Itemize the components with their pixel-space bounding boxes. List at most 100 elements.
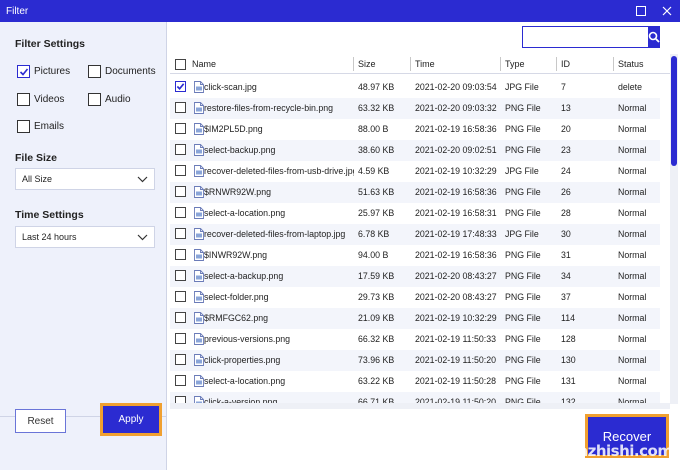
file-size-title: File Size <box>15 152 58 164</box>
file-size-select[interactable]: All Size <box>15 168 155 190</box>
cell-name: $INWR92W.png <box>204 250 268 260</box>
image-file-icon <box>194 228 204 240</box>
cell-time: 2021-02-20 09:02:51 <box>415 145 497 155</box>
table-row[interactable]: recover-deleted-files-from-usb-drive.jpg… <box>170 161 660 182</box>
cell-status: Normal <box>618 229 647 239</box>
apply-button[interactable]: Apply <box>103 406 159 433</box>
cell-status: Normal <box>618 355 647 365</box>
row-checkbox[interactable] <box>175 144 186 155</box>
row-checkbox[interactable] <box>175 312 186 323</box>
image-file-icon <box>194 270 204 282</box>
row-checkbox[interactable] <box>175 375 186 386</box>
table-row[interactable]: $IM2PL5D.png 88.00 B 2021-02-19 16:58:36 PN… <box>170 119 660 140</box>
image-file-icon <box>194 123 204 135</box>
cell-status: Normal <box>618 334 647 344</box>
row-checkbox[interactable] <box>175 165 186 176</box>
time-settings-select[interactable]: Last 24 hours <box>15 226 155 248</box>
column-divider[interactable] <box>556 57 557 71</box>
cell-name: select-a-location.png <box>204 208 286 218</box>
audio-label: Audio <box>105 94 131 105</box>
image-file-icon <box>194 102 204 114</box>
filter-audio-option[interactable]: Audio <box>88 93 131 106</box>
column-header-status[interactable]: Status <box>618 54 644 74</box>
cell-size: 66.32 KB <box>358 334 395 344</box>
row-checkbox[interactable] <box>175 102 186 113</box>
row-checkbox[interactable] <box>175 228 186 239</box>
cell-id: 23 <box>561 145 571 155</box>
cell-name: select-a-backup.png <box>204 271 284 281</box>
emails-checkbox[interactable] <box>17 120 30 133</box>
column-header-id[interactable]: ID <box>561 54 570 74</box>
filter-documents-option[interactable]: Documents <box>88 65 156 78</box>
audio-checkbox[interactable] <box>88 93 101 106</box>
cell-type: PNG File <box>505 103 541 113</box>
row-checkbox[interactable] <box>175 270 186 281</box>
cell-type: PNG File <box>505 271 541 281</box>
cell-name: select-a-location.png <box>204 376 286 386</box>
table-row[interactable]: select-a-backup.png 17.59 KB 2021-02-20 08… <box>170 266 660 287</box>
close-icon[interactable] <box>654 0 680 22</box>
row-checkbox[interactable] <box>175 81 186 92</box>
cell-type: PNG File <box>505 250 541 260</box>
row-checkbox[interactable] <box>175 333 186 344</box>
column-divider[interactable] <box>353 57 354 71</box>
row-checkbox[interactable] <box>175 354 186 365</box>
row-checkbox[interactable] <box>175 123 186 134</box>
videos-checkbox[interactable] <box>17 93 30 106</box>
scrollbar-thumb[interactable] <box>671 56 677 166</box>
table-row[interactable]: recover-deleted-files-from-laptop.jpg 6.7… <box>170 224 660 245</box>
table-row[interactable]: $RMFGC62.png 21.09 KB 2021-02-19 10:32:29 P… <box>170 308 660 329</box>
column-divider[interactable] <box>410 57 411 71</box>
search-button[interactable] <box>648 27 660 47</box>
cell-id: 28 <box>561 208 571 218</box>
table-row[interactable]: click-scan.jpg 48.97 KB 2021-02-20 09:03:5… <box>170 77 660 98</box>
select-all-checkbox[interactable] <box>175 59 186 70</box>
search-input[interactable] <box>523 27 648 47</box>
row-checkbox[interactable] <box>175 186 186 197</box>
cell-id: 30 <box>561 229 571 239</box>
column-header-time[interactable]: Time <box>415 54 435 74</box>
image-file-icon <box>194 165 204 177</box>
documents-checkbox[interactable] <box>88 65 101 78</box>
filter-videos-option[interactable]: Videos <box>17 93 64 106</box>
column-header-size[interactable]: Size <box>358 54 376 74</box>
cell-status: Normal <box>618 103 647 113</box>
cell-size: 38.60 KB <box>358 145 395 155</box>
filter-emails-option[interactable]: Emails <box>17 120 64 133</box>
cell-time: 2021-02-19 11:50:28 <box>415 376 497 386</box>
table-row[interactable]: select-a-location.png 63.22 KB 2021-02-19 … <box>170 371 660 392</box>
column-header-type[interactable]: Type <box>505 54 525 74</box>
table-row[interactable]: select-folder.png 29.73 KB 2021-02-20 08:4… <box>170 287 660 308</box>
column-divider[interactable] <box>500 57 501 71</box>
row-checkbox[interactable] <box>175 249 186 260</box>
column-header-name[interactable]: Name <box>192 54 216 74</box>
table-row[interactable]: click-properties.png 73.96 KB 2021-02-19 1… <box>170 350 660 371</box>
cell-status: Normal <box>618 124 647 134</box>
row-checkbox[interactable] <box>175 207 186 218</box>
cell-id: 34 <box>561 271 571 281</box>
table-row[interactable]: $RNWR92W.png 51.63 KB 2021-02-19 16:58:36 P… <box>170 182 660 203</box>
watermark-text: azhishi.com <box>578 442 673 460</box>
table-row[interactable]: select-a-location.png 25.97 KB 2021-02-19 … <box>170 203 660 224</box>
title-bar: Filter <box>0 0 680 22</box>
table-row[interactable]: $INWR92W.png 94.00 B 2021-02-19 16:58:36 PN… <box>170 245 660 266</box>
cell-time: 2021-02-20 08:43:27 <box>415 271 497 281</box>
vertical-scrollbar[interactable] <box>670 54 678 404</box>
row-checkbox[interactable] <box>175 291 186 302</box>
cell-size: 29.73 KB <box>358 292 395 302</box>
image-file-icon <box>194 249 204 261</box>
cell-status: Normal <box>618 292 647 302</box>
table-row[interactable]: previous-versions.png 66.32 KB 2021-02-19 … <box>170 329 660 350</box>
table-row[interactable]: select-backup.png 38.60 KB 2021-02-20 09:0… <box>170 140 660 161</box>
cell-time: 2021-02-19 16:58:36 <box>415 250 497 260</box>
maximize-icon[interactable] <box>628 0 654 22</box>
pictures-checkbox[interactable] <box>17 65 30 78</box>
emails-label: Emails <box>34 121 65 132</box>
cell-id: 20 <box>561 124 571 134</box>
reset-button[interactable]: Reset <box>15 409 66 433</box>
table-row[interactable]: restore-files-from-recycle-bin.png 63.32 … <box>170 98 660 119</box>
filter-pictures-option[interactable]: Pictures <box>17 65 70 78</box>
cell-id: 128 <box>561 334 576 344</box>
cell-status: Normal <box>618 313 647 323</box>
column-divider[interactable] <box>613 57 614 71</box>
